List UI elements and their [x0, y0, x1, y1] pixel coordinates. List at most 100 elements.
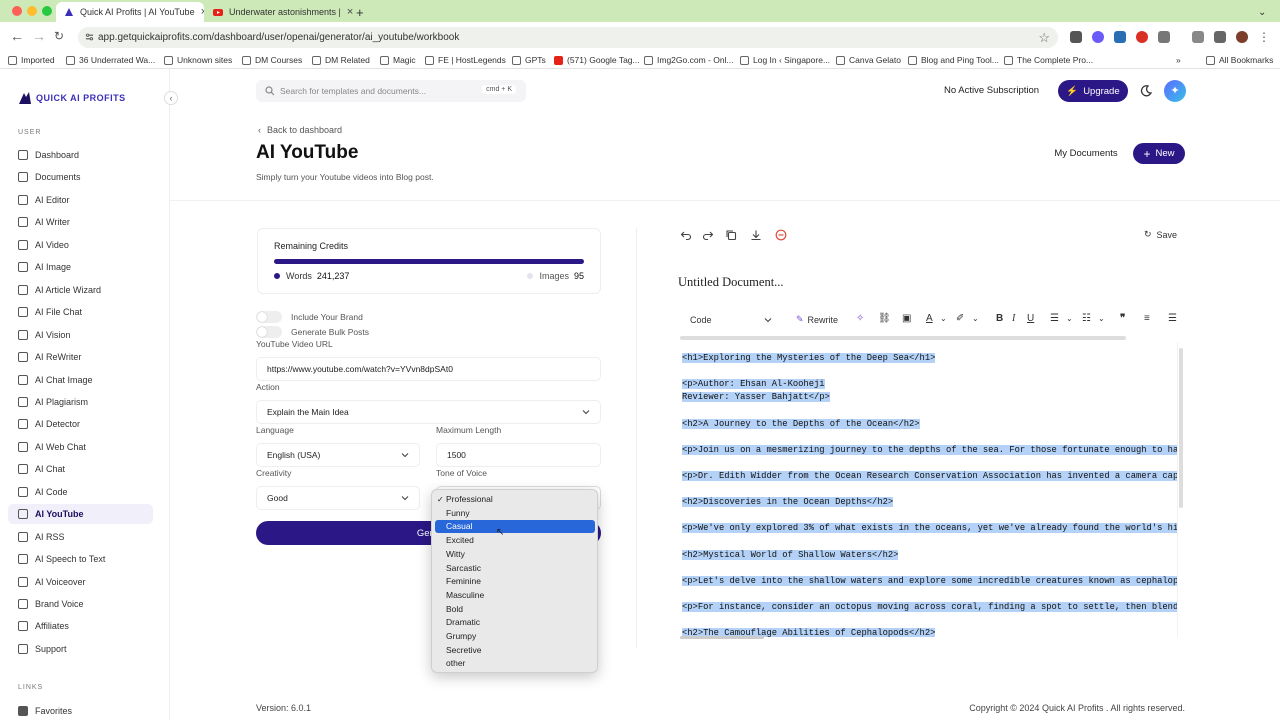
align-left-icon[interactable]: ☰	[1168, 313, 1177, 325]
upgrade-button[interactable]: ⚡ Upgrade	[1058, 80, 1128, 102]
underline-icon[interactable]: U	[1027, 313, 1034, 325]
url-field[interactable]: app.getquickaiprofits.com/dashboard/user…	[78, 27, 1058, 48]
sidebar-item-ai-rewriter[interactable]: AI ReWriter	[8, 347, 153, 367]
back-to-dashboard-link[interactable]: ‹ Back to dashboard	[258, 125, 342, 135]
sidebar-item-ai-web-chat[interactable]: AI Web Chat	[8, 437, 153, 457]
save-button[interactable]: ↻ Save	[1144, 229, 1177, 240]
bookmark-item[interactable]: GPTs	[512, 55, 546, 65]
chevron-down-icon[interactable]: ⌄	[1066, 313, 1073, 325]
bookmark-item[interactable]: (571) Google Tag...	[554, 55, 640, 65]
tone-option-professional[interactable]: ✓ Professional	[435, 493, 595, 506]
bookmark-item[interactable]: DM Courses	[242, 55, 302, 65]
close-tab-icon[interactable]: ×	[341, 6, 353, 18]
reading-list-icon[interactable]	[1192, 31, 1204, 43]
include-brand-toggle-row[interactable]: Include Your Brand	[256, 311, 363, 323]
tone-option-masculine[interactable]: Masculine	[435, 589, 595, 602]
bookmarks-overflow-icon[interactable]: »	[1176, 55, 1181, 65]
sidebar-item-support[interactable]: Support	[8, 639, 153, 659]
ai-sparkle-icon[interactable]: ✧	[856, 313, 864, 325]
text-color-icon[interactable]: A	[926, 313, 933, 325]
chevron-down-icon[interactable]: ⌄	[972, 313, 979, 325]
extension-square-icon[interactable]	[1114, 31, 1126, 43]
extension-red-icon[interactable]	[1136, 31, 1148, 43]
numbered-list-icon[interactable]: ☷	[1082, 313, 1091, 325]
undo-icon[interactable]	[680, 229, 692, 241]
sidebar-item-ai-detector[interactable]: AI Detector	[8, 414, 153, 434]
bulk-posts-toggle[interactable]	[256, 326, 282, 338]
sidebar-item-ai-file-chat[interactable]: AI File Chat	[8, 302, 153, 322]
sidebar-item-brand-voice[interactable]: Brand Voice	[8, 594, 153, 614]
template-search-input[interactable]: Search for templates and documents... cm…	[256, 80, 526, 102]
extension-pen-icon[interactable]	[1070, 31, 1082, 43]
close-tab-icon[interactable]: ×	[195, 6, 204, 18]
bookmark-item[interactable]: Log In ‹ Singapore...	[740, 55, 830, 65]
bookmark-item[interactable]: Unknown sites	[164, 55, 232, 65]
sidebar-item-ai-chat[interactable]: AI Chat	[8, 459, 153, 479]
delete-icon[interactable]	[775, 229, 787, 241]
ai-assistant-button[interactable]: ✦	[1164, 80, 1186, 102]
tone-option-dramatic[interactable]: Dramatic	[435, 616, 595, 629]
align-icon[interactable]: ≡	[1144, 313, 1150, 325]
collapse-sidebar-icon[interactable]: ‹	[164, 91, 178, 105]
sidebar-item-affiliates[interactable]: Affiliates	[8, 616, 153, 636]
italic-icon[interactable]: I	[1012, 313, 1015, 325]
sidebar-item-ai-vision[interactable]: AI Vision	[8, 325, 153, 345]
copy-icon[interactable]	[725, 229, 737, 241]
bookmark-item[interactable]: Magic	[380, 55, 416, 65]
document-title[interactable]: Untitled Document...	[678, 275, 784, 290]
forward-arrow-icon[interactable]: →	[32, 29, 46, 43]
sidebar-item-ai-image[interactable]: AI Image	[8, 257, 153, 277]
all-bookmarks[interactable]: All Bookmarks	[1206, 55, 1273, 65]
language-select[interactable]: English (USA)	[256, 443, 420, 467]
tone-option-sarcastic[interactable]: Sarcastic	[435, 562, 595, 575]
bold-icon[interactable]: B	[996, 313, 1003, 325]
bookmark-item[interactable]: Img2Go.com - Onl...	[644, 55, 734, 65]
bookmark-item[interactable]: The Complete Pro...	[1004, 55, 1093, 65]
bookmark-item[interactable]: DM Related	[312, 55, 370, 65]
tone-option-secretive[interactable]: Secretive	[435, 644, 595, 657]
browser-tab[interactable]: Underwater astonishments | ×	[205, 2, 353, 22]
bullet-list-icon[interactable]: ☰	[1050, 313, 1059, 325]
maximize-window-button[interactable]	[42, 6, 52, 16]
link-icon[interactable]: ⛓	[878, 313, 891, 325]
action-select[interactable]: Explain the Main Idea	[256, 400, 601, 424]
bookmark-item[interactable]: Blog and Ping Tool...	[908, 55, 999, 65]
video-url-input[interactable]: https://www.youtube.com/watch?v=YVvn8dpS…	[256, 357, 601, 381]
creativity-select[interactable]: Good	[256, 486, 420, 510]
sidebar-item-favorites[interactable]: Favorites	[8, 701, 153, 720]
bookmark-item[interactable]: FE | HostLegends	[425, 55, 506, 65]
sidebar-item-ai-speech-to-text[interactable]: AI Speech to Text	[8, 549, 153, 569]
browser-menu-icon[interactable]: ⋮	[1258, 31, 1270, 43]
bookmark-item[interactable]: 36 Underrated Wa...	[66, 55, 155, 65]
new-tab-button[interactable]: +	[356, 2, 374, 22]
tab-search-icon[interactable]: ⌄	[1258, 2, 1276, 22]
bookmark-item[interactable]: Canva Gelato	[836, 55, 901, 65]
rewrite-button[interactable]: ✎ Rewrite	[796, 314, 838, 325]
tone-option-grumpy[interactable]: Grumpy	[435, 630, 595, 643]
sidebar-item-documents[interactable]: Documents	[8, 167, 153, 187]
include-brand-toggle[interactable]	[256, 311, 282, 323]
browser-tab-active[interactable]: Quick AI Profits | AI YouTube ×	[56, 2, 204, 22]
extension-gear-icon[interactable]	[1092, 31, 1104, 43]
redo-icon[interactable]	[702, 229, 714, 241]
tone-option-feminine[interactable]: Feminine	[435, 575, 595, 588]
quote-icon[interactable]: ❞	[1120, 313, 1125, 325]
sidebar-item-dashboard[interactable]: Dashboard	[8, 145, 153, 165]
bookmark-star-icon[interactable]: ☆	[1038, 30, 1050, 46]
format-select[interactable]: Code	[678, 309, 778, 331]
site-info-icon[interactable]	[85, 32, 94, 42]
bookmark-item[interactable]: Imported	[8, 55, 55, 65]
bulk-posts-toggle-row[interactable]: Generate Bulk Posts	[256, 326, 369, 338]
sidebar-item-ai-editor[interactable]: AI Editor	[8, 190, 153, 210]
sidebar-item-ai-writer[interactable]: AI Writer	[8, 212, 153, 232]
close-window-button[interactable]	[12, 6, 22, 16]
tone-option-casual[interactable]: Casual	[435, 520, 595, 534]
chevron-down-icon[interactable]: ⌄	[940, 313, 947, 325]
sidebar-item-ai-rss[interactable]: AI RSS	[8, 527, 153, 547]
sidebar-item-ai-youtube[interactable]: AI YouTube	[8, 504, 153, 525]
chevron-down-icon[interactable]: ⌄	[1098, 313, 1105, 325]
download-icon[interactable]	[1214, 31, 1226, 43]
minimize-window-button[interactable]	[27, 6, 37, 16]
dark-mode-moon-icon[interactable]	[1139, 84, 1153, 98]
image-icon[interactable]: ▣	[902, 313, 911, 325]
